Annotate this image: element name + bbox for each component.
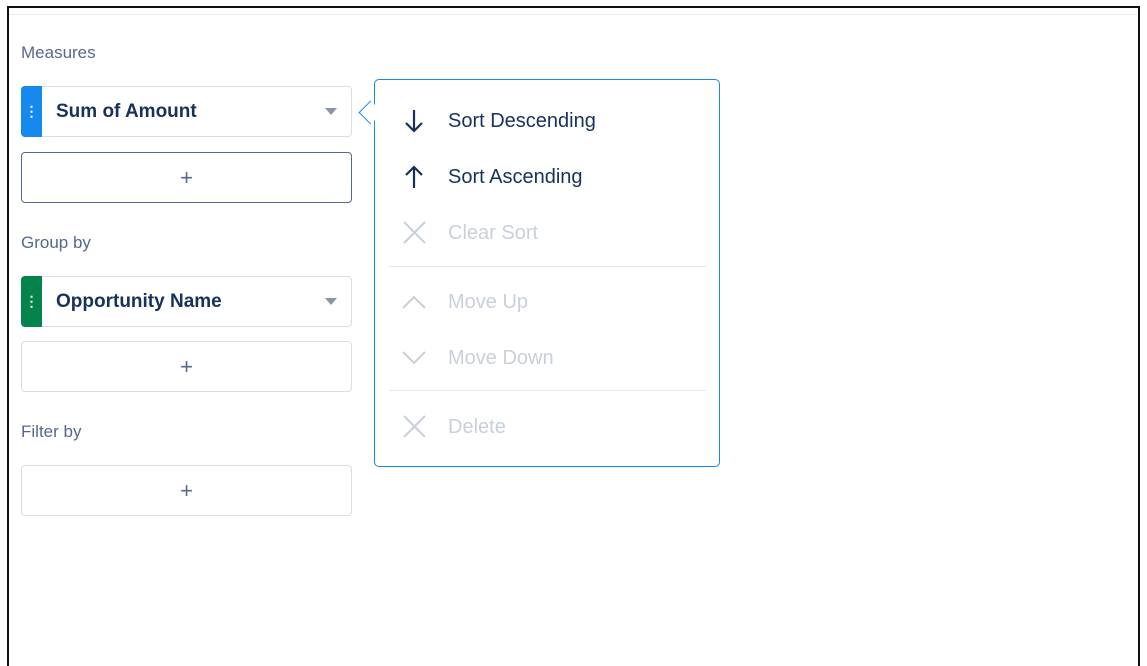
arrow-up-icon bbox=[405, 165, 423, 188]
close-icon bbox=[403, 221, 426, 244]
add-filter-button[interactable]: + bbox=[21, 465, 352, 516]
menu-divider bbox=[389, 390, 706, 391]
menu-divider bbox=[389, 266, 706, 267]
drag-handle-icon[interactable]: ⋮ bbox=[21, 86, 42, 137]
menu-item-label: Move Down bbox=[448, 347, 554, 369]
menu-item-label: Clear Sort bbox=[448, 222, 539, 244]
drag-handle-icon[interactable]: ⋮ bbox=[21, 276, 42, 327]
menu-item-delete: Delete bbox=[400, 412, 700, 442]
measure-field-label: Sum of Amount bbox=[56, 101, 197, 122]
group-field-label: Opportunity Name bbox=[56, 291, 222, 312]
dropdown-caret-icon[interactable] bbox=[325, 108, 337, 115]
menu-item-clear-sort: Clear Sort bbox=[400, 218, 700, 248]
chevron-down-icon bbox=[402, 351, 426, 365]
menu-item-label: Sort Descending bbox=[448, 110, 596, 132]
menu-item-sort-descending[interactable]: Sort Descending bbox=[400, 106, 700, 136]
dropdown-caret-icon[interactable] bbox=[325, 298, 337, 305]
menu-item-label: Delete bbox=[448, 416, 506, 438]
measure-pill-sum-of-amount[interactable]: ⋮ Sum of Amount bbox=[21, 86, 352, 137]
close-icon bbox=[403, 415, 426, 438]
field-options-popover bbox=[374, 79, 720, 467]
chevron-up-icon bbox=[402, 295, 426, 309]
add-measure-button[interactable]: + bbox=[21, 152, 352, 203]
measures-label: Measures bbox=[21, 43, 96, 62]
arrow-down-icon bbox=[405, 110, 423, 133]
menu-item-label: Sort Ascending bbox=[448, 166, 583, 188]
add-group-button[interactable]: + bbox=[21, 341, 352, 392]
group-pill-opportunity-name[interactable]: ⋮ Opportunity Name bbox=[21, 276, 352, 327]
menu-item-move-up: Move Up bbox=[400, 287, 700, 317]
menu-item-move-down: Move Down bbox=[400, 343, 700, 373]
menu-item-sort-ascending[interactable]: Sort Ascending bbox=[400, 162, 700, 192]
menu-item-label: Move Up bbox=[448, 291, 529, 313]
filter-by-label: Filter by bbox=[21, 422, 82, 441]
top-divider bbox=[9, 14, 1138, 15]
group-by-label: Group by bbox=[21, 233, 91, 252]
